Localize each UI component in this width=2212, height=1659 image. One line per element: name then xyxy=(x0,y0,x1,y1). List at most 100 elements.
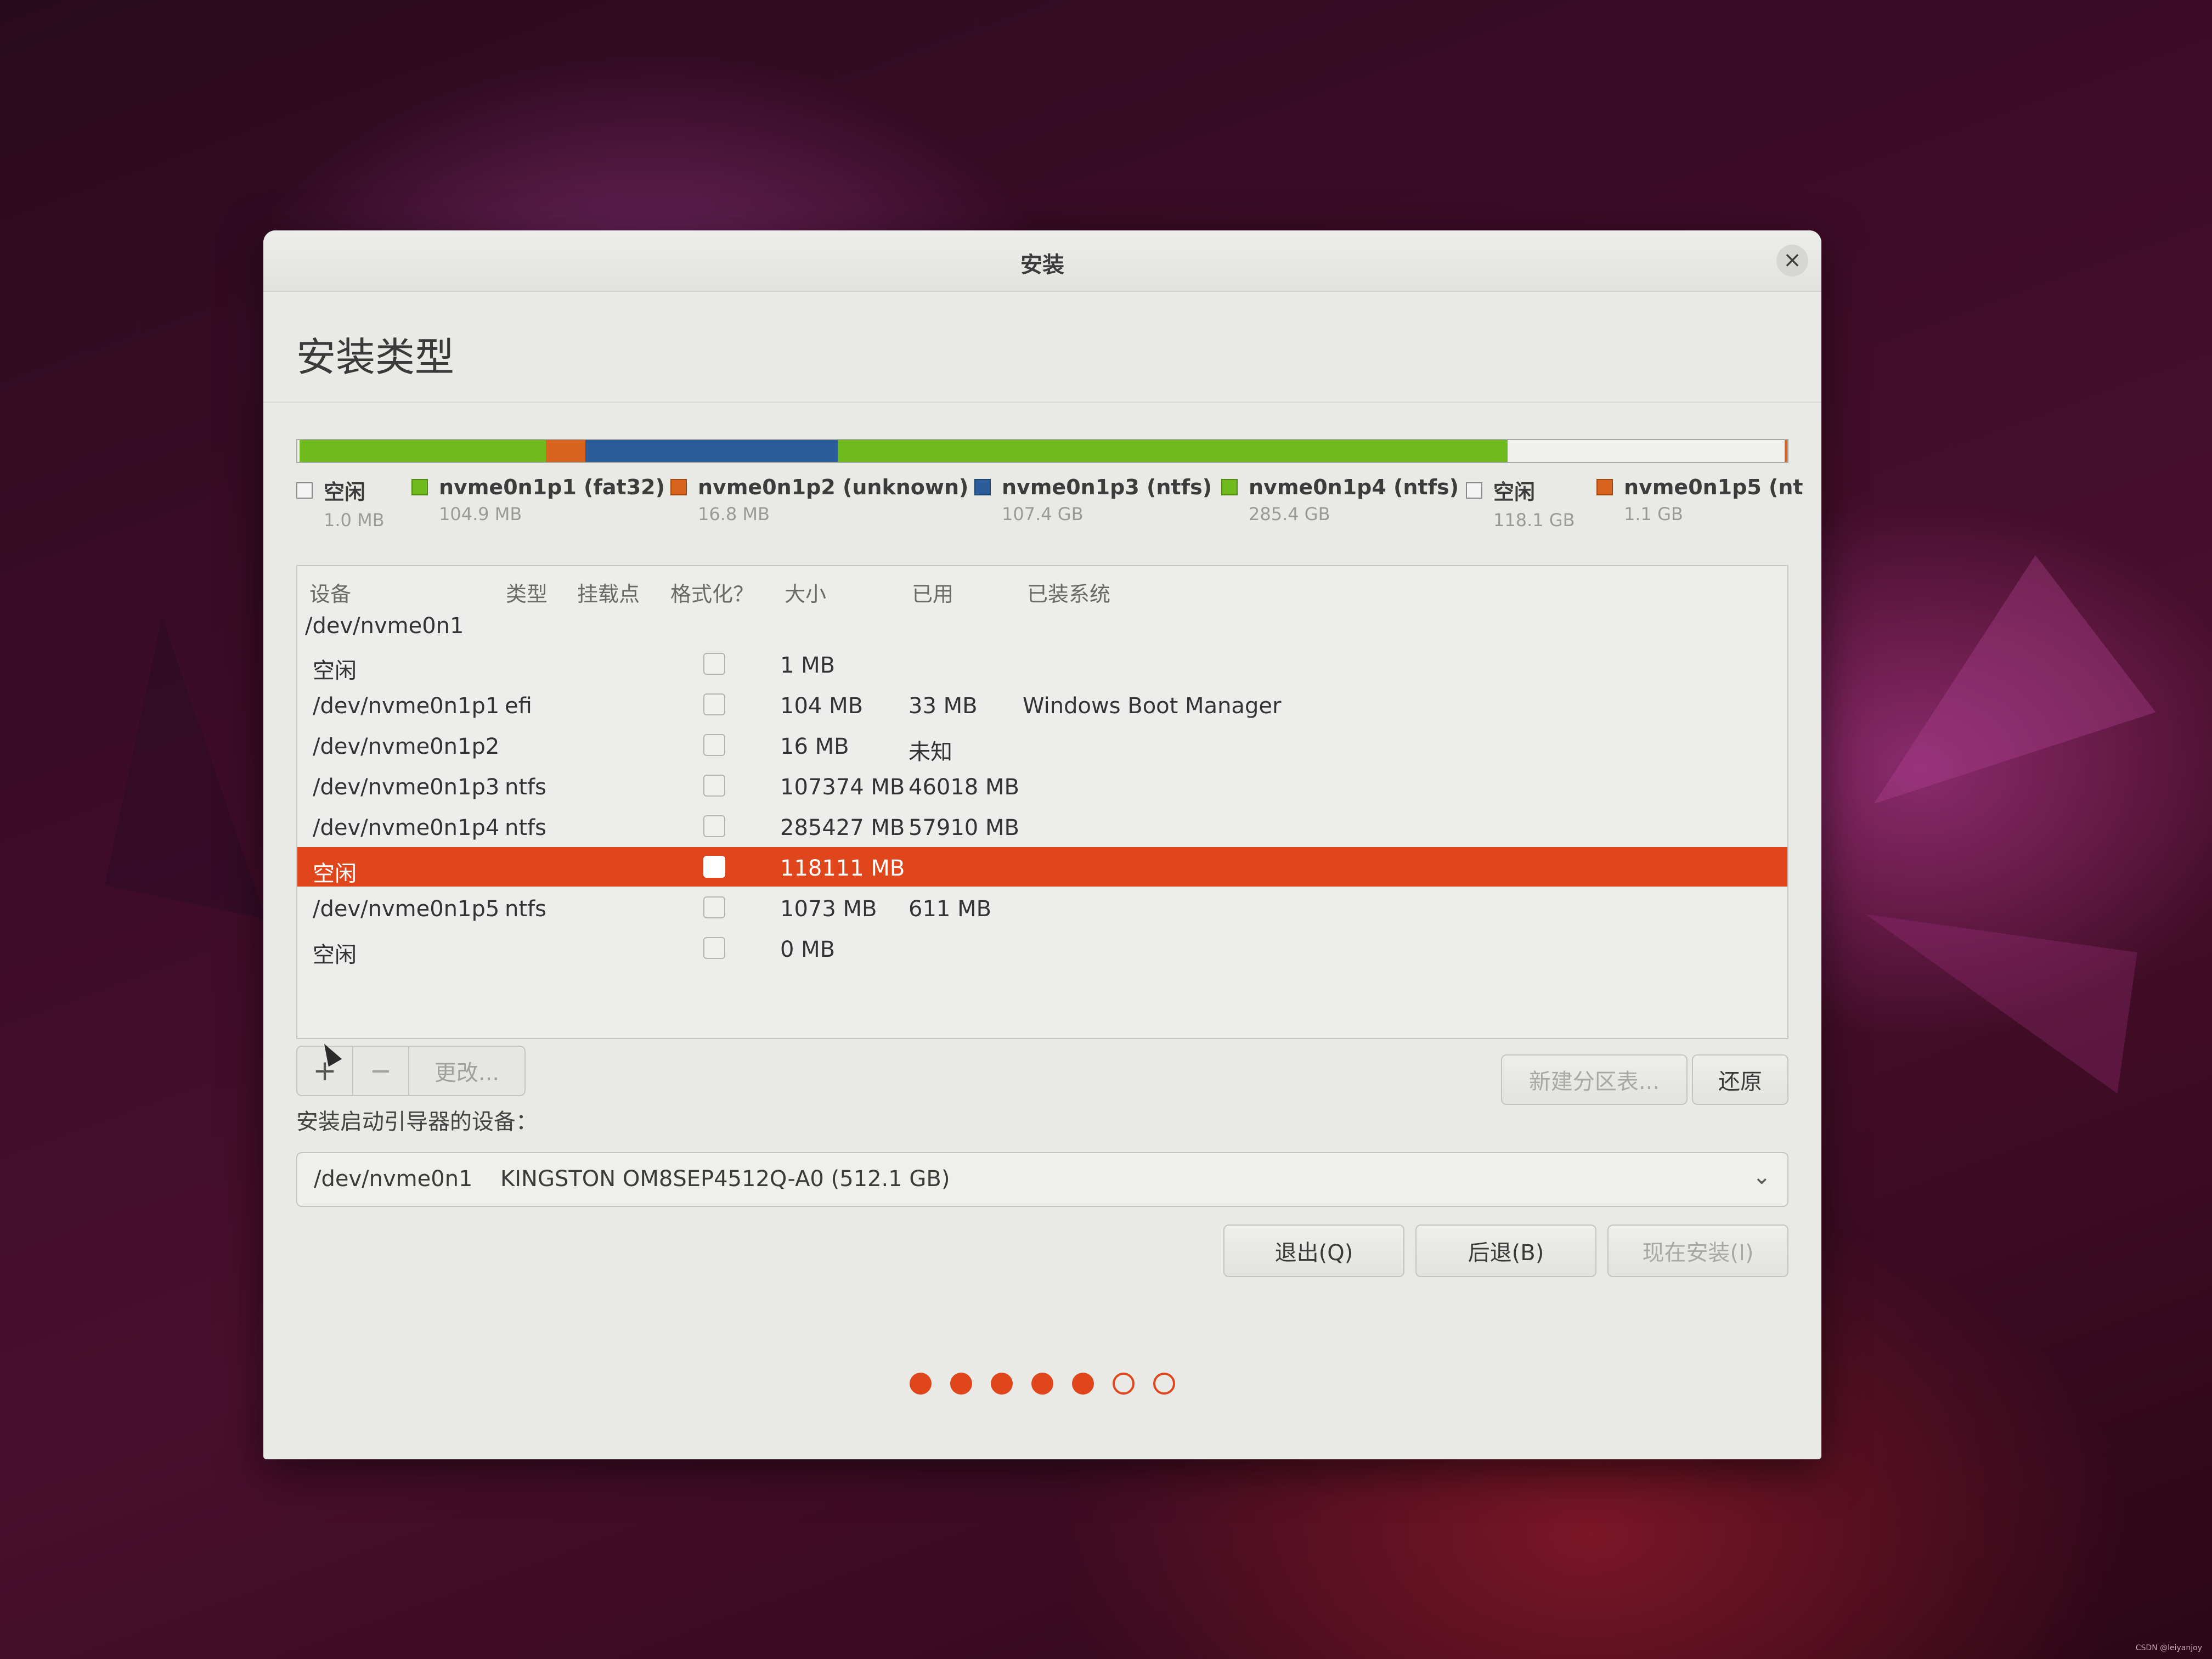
row-used: 未知 xyxy=(909,740,952,765)
table-row[interactable]: 空闲 0 MB xyxy=(297,928,1787,968)
row-type: ntfs xyxy=(505,815,546,840)
legend-name: 空闲 xyxy=(1466,475,1575,505)
legend-swatch xyxy=(411,479,428,495)
partition-bar-segment xyxy=(1785,440,1787,462)
back-button[interactable]: 后退(B) xyxy=(1415,1224,1596,1277)
legend-item: nvme0n1p2 (unknown) 16.8 MB xyxy=(670,475,968,524)
legend-label: nvme0n1p5 (nt xyxy=(1624,475,1803,499)
row-device: /dev/nvme0n1p1 xyxy=(313,693,500,719)
legend-name: nvme0n1p4 (ntfs) xyxy=(1221,475,1459,499)
format-checkbox[interactable] xyxy=(703,856,725,878)
change-partition-button[interactable]: 更改... xyxy=(409,1047,524,1095)
row-type: ntfs xyxy=(505,775,546,800)
legend-name: 空闲 xyxy=(296,475,385,505)
legend-name: nvme0n1p2 (unknown) xyxy=(670,475,968,499)
row-size: 1 MB xyxy=(780,653,836,678)
revert-button[interactable]: 还原 xyxy=(1692,1054,1788,1105)
progress-dot xyxy=(1031,1373,1053,1395)
legend-swatch xyxy=(1596,479,1613,495)
row-device: /dev/nvme0n1p2 xyxy=(313,734,500,759)
boot-loader-label: 安装启动引导器的设备： xyxy=(296,1109,538,1135)
format-checkbox[interactable] xyxy=(703,896,725,918)
row-used: 46018 MB xyxy=(909,775,1019,800)
chevron-down-icon: ⌄ xyxy=(1752,1164,1771,1189)
header-system[interactable]: 已装系统 xyxy=(1027,577,1110,607)
row-size: 118111 MB xyxy=(780,856,905,881)
partition-bar-segment xyxy=(546,440,586,462)
format-checkbox[interactable] xyxy=(703,734,725,756)
row-used: 611 MB xyxy=(909,896,992,922)
install-now-button[interactable]: 现在安装(I) xyxy=(1607,1224,1788,1277)
legend-size: 1.1 GB xyxy=(1624,504,1683,524)
window-title: 安装 xyxy=(1020,252,1064,278)
disk-row[interactable]: /dev/nvme0n1 xyxy=(297,605,1787,644)
table-row[interactable]: 空闲 1 MB xyxy=(297,644,1787,684)
table-header: 设备 类型 挂载点 格式化？ 大小 已用 已装系统 xyxy=(297,566,1787,607)
progress-dots xyxy=(263,1373,1821,1395)
watermark: CSDN @leiyanjoy xyxy=(2135,1644,2202,1652)
partition-bar-segment xyxy=(300,440,546,462)
row-size: 1073 MB xyxy=(780,896,877,922)
boot-device: /dev/nvme0n1 xyxy=(314,1166,473,1192)
header-format[interactable]: 格式化？ xyxy=(670,577,754,607)
close-icon: × xyxy=(1783,247,1802,273)
new-partition-table-button[interactable]: 新建分区表... xyxy=(1501,1054,1688,1105)
format-checkbox[interactable] xyxy=(703,937,725,959)
row-system: Windows Boot Manager xyxy=(1023,693,1282,719)
table-row[interactable]: /dev/nvme0n1p3 ntfs 107374 MB 46018 MB xyxy=(297,766,1787,805)
legend-label: 空闲 xyxy=(1493,480,1536,504)
table-buttons: 新建分区表... 还原 xyxy=(1501,1054,1788,1105)
legend-name: nvme0n1p5 (nt xyxy=(1596,475,1803,499)
format-checkbox[interactable] xyxy=(703,653,725,675)
close-button[interactable]: × xyxy=(1776,245,1808,276)
row-device: /dev/nvme0n1p4 xyxy=(313,815,500,840)
legend-label: nvme0n1p2 (unknown) xyxy=(698,475,969,499)
legend-label: nvme0n1p3 (ntfs) xyxy=(1002,475,1212,499)
legend-item: nvme0n1p5 (nt 1.1 GB xyxy=(1596,475,1803,524)
format-checkbox[interactable] xyxy=(703,693,725,715)
partition-bar-segment xyxy=(837,440,1508,462)
navigation-buttons: 退出(Q) 后退(B) 现在安装(I) xyxy=(1223,1224,1788,1277)
row-device: /dev/nvme0n1p3 xyxy=(313,775,500,800)
title-bar[interactable]: 安装 × xyxy=(263,230,1821,292)
quit-button[interactable]: 退出(Q) xyxy=(1223,1224,1404,1277)
table-row[interactable]: /dev/nvme0n1p2 16 MB 未知 xyxy=(297,725,1787,765)
header-size[interactable]: 大小 xyxy=(785,577,826,607)
heading-area: 安装类型 xyxy=(263,292,1821,403)
remove-partition-button[interactable]: − xyxy=(353,1047,409,1095)
row-size: 104 MB xyxy=(780,693,864,719)
row-size: 0 MB xyxy=(780,937,836,962)
table-row[interactable]: /dev/nvme0n1p5 ntfs 1073 MB 611 MB xyxy=(297,888,1787,927)
table-row[interactable]: 空闲 118111 MB xyxy=(297,847,1787,887)
progress-dot xyxy=(910,1373,932,1395)
boot-device-description: KINGSTON OM8SEP4512Q-A0 (512.1 GB) xyxy=(500,1166,950,1192)
table-row[interactable]: /dev/nvme0n1p4 ntfs 285427 MB 57910 MB xyxy=(297,806,1787,846)
table-row[interactable]: /dev/nvme0n1p1 efi 104 MB 33 MB Windows Boot… xyxy=(297,685,1787,724)
partition-table[interactable]: 设备 类型 挂载点 格式化？ 大小 已用 已装系统 /dev/nvme0n1 空… xyxy=(296,565,1788,1039)
header-used[interactable]: 已用 xyxy=(912,577,953,607)
disk-device: /dev/nvme0n1 xyxy=(305,613,464,639)
legend-swatch xyxy=(974,479,991,495)
row-type: efi xyxy=(505,693,532,719)
format-checkbox[interactable] xyxy=(703,815,725,837)
row-device: /dev/nvme0n1p5 xyxy=(313,896,500,922)
header-type[interactable]: 类型 xyxy=(506,577,548,607)
progress-dot xyxy=(1153,1373,1175,1395)
legend-size: 107.4 GB xyxy=(1002,504,1084,524)
legend-size: 1.0 MB xyxy=(324,510,385,531)
page-title: 安装类型 xyxy=(296,334,455,380)
legend-swatch xyxy=(1221,479,1238,495)
row-device: 空闲 xyxy=(313,658,357,684)
legend-item: 空闲 1.0 MB xyxy=(296,475,385,531)
header-mount[interactable]: 挂载点 xyxy=(577,577,640,607)
partition-actions: + − 更改... 新建分区表... 还原 xyxy=(296,1042,1788,1105)
legend-name: nvme0n1p3 (ntfs) xyxy=(974,475,1212,499)
boot-device-select[interactable]: /dev/nvme0n1 KINGSTON OM8SEP4512Q-A0 (51… xyxy=(296,1152,1788,1207)
legend-item: nvme0n1p1 (fat32) 104.9 MB xyxy=(411,475,665,524)
format-checkbox[interactable] xyxy=(703,775,725,797)
header-device[interactable]: 设备 xyxy=(309,577,351,607)
partition-bar-segment xyxy=(585,440,838,462)
progress-dot xyxy=(991,1373,1013,1395)
legend-item: nvme0n1p4 (ntfs) 285.4 GB xyxy=(1221,475,1459,524)
progress-dot xyxy=(1113,1373,1135,1395)
